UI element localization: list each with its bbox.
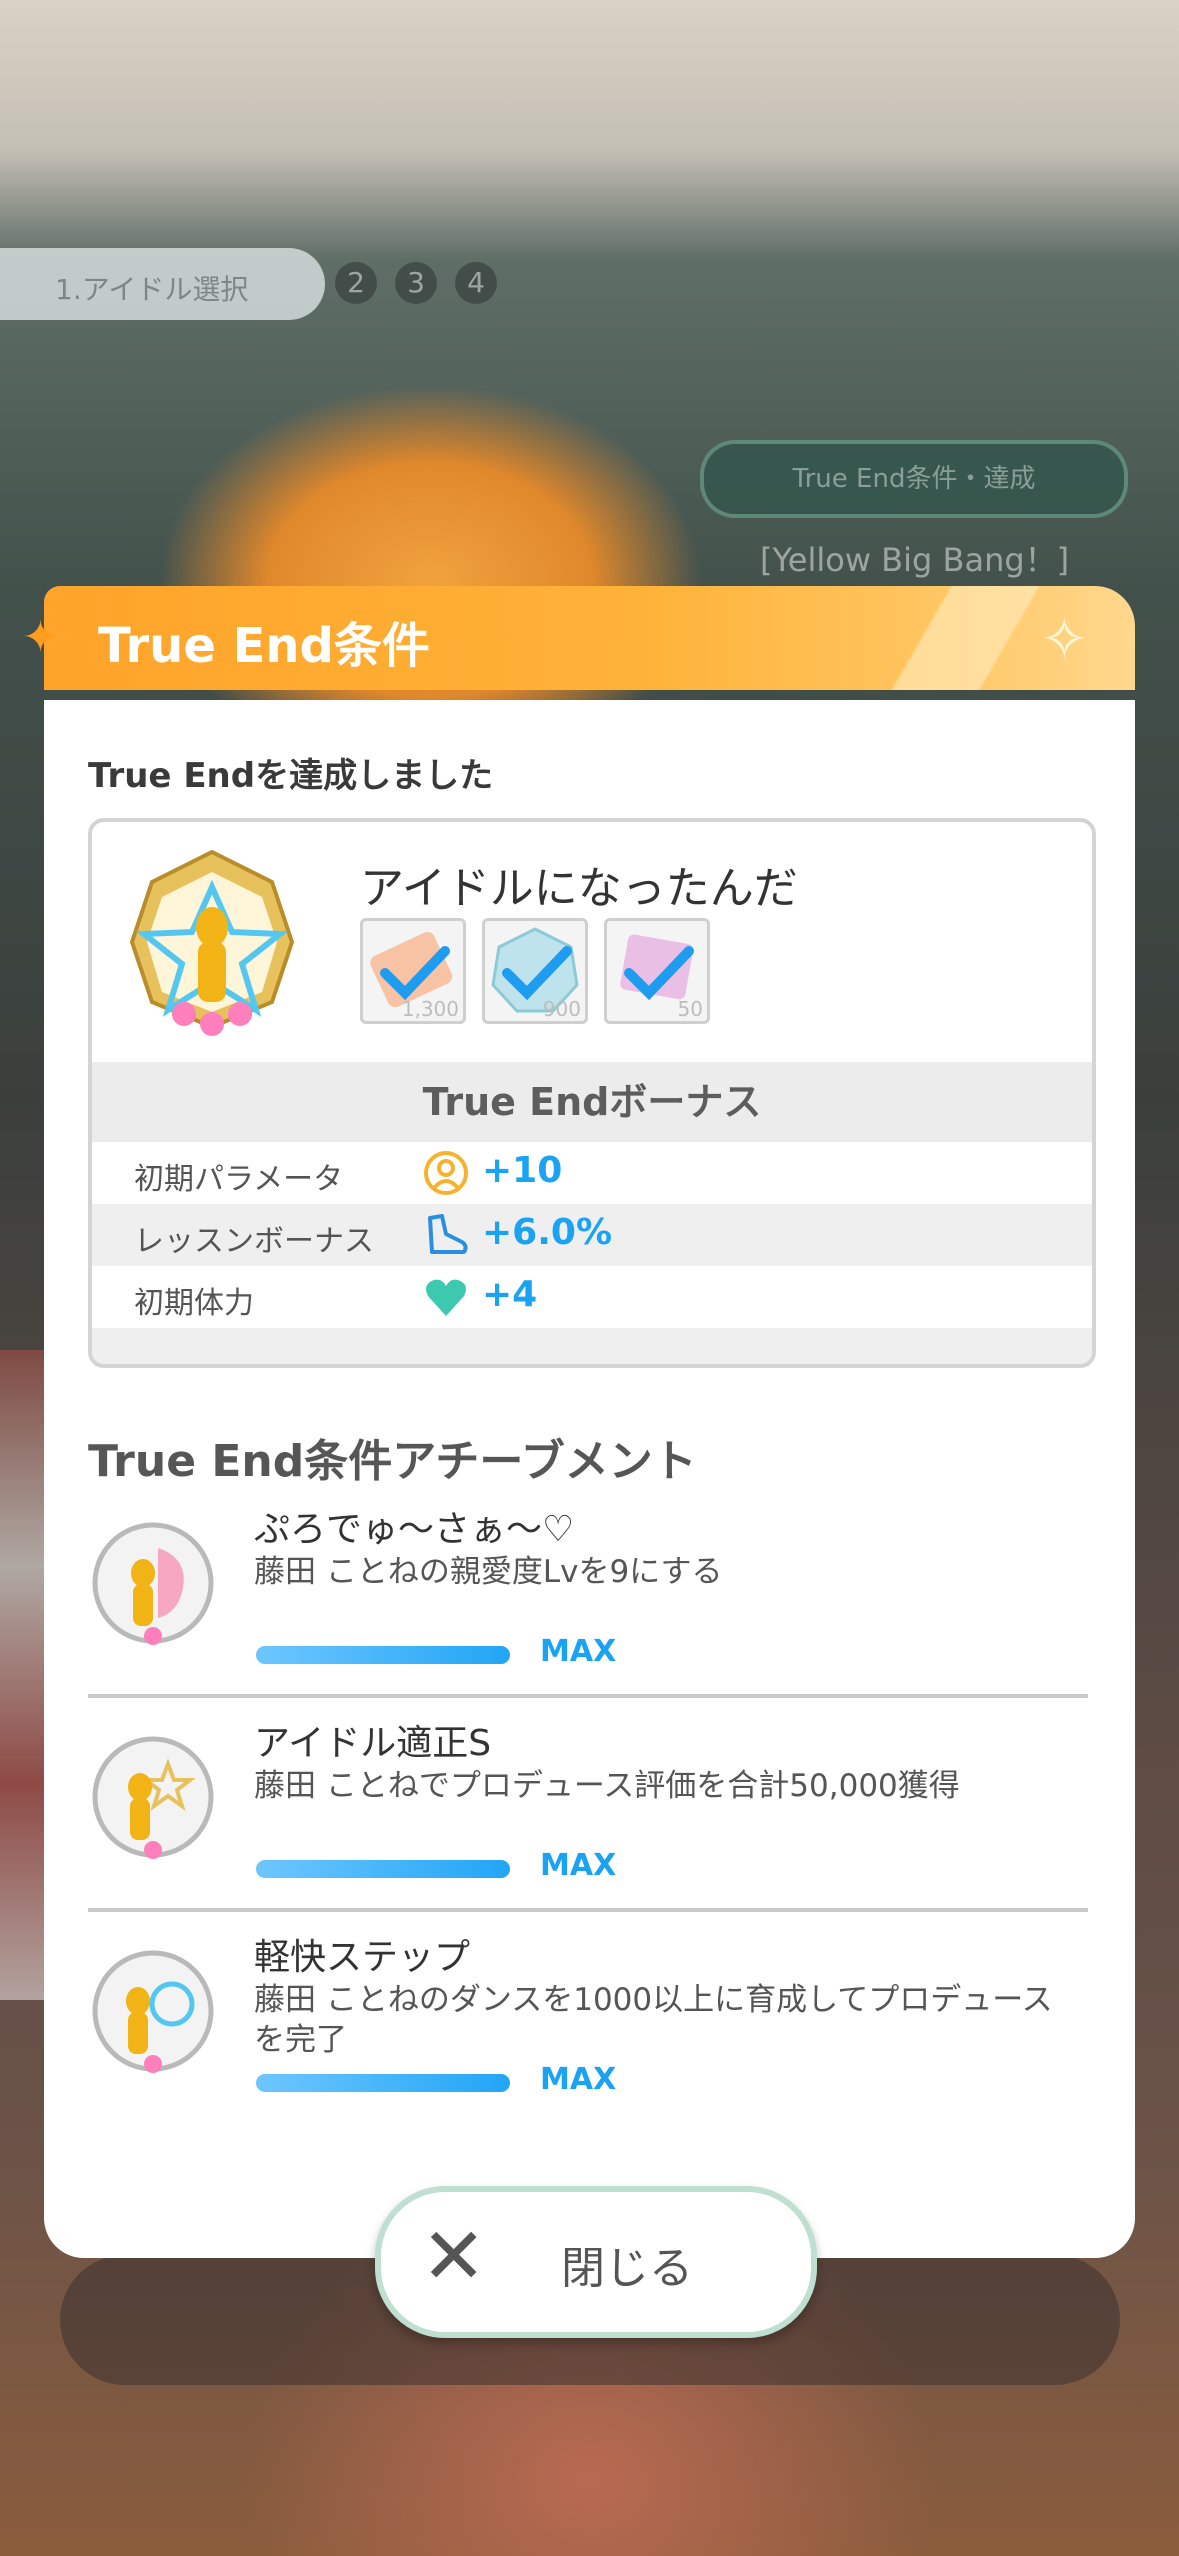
- reward-count: 1,300: [401, 997, 459, 1021]
- close-button-label: 閉じる: [561, 2243, 693, 2294]
- dialog-header: True End条件: [44, 586, 1135, 690]
- achievement-badge-icon: [92, 1950, 214, 2073]
- reward-count: 50: [677, 997, 703, 1021]
- card-title: アイドルになったんだ: [360, 863, 798, 914]
- reward-item[interactable]: 1,300: [360, 918, 466, 1024]
- achievement-progress-bar: [256, 2074, 510, 2092]
- bonus-label: 初期パラメータ: [134, 1162, 344, 1197]
- achievement-item: ぷろでゅ〜さぁ〜♡ 藤田 ことねの親愛度Lvを9にする MAX: [88, 1500, 1088, 1710]
- achievement-status: MAX: [540, 1848, 617, 1883]
- reward-item[interactable]: 50: [604, 918, 710, 1024]
- achievement-desc: 藤田 ことねのダンスを1000以上に育成してプロデュースを完了: [254, 1982, 1053, 2058]
- sparkle-icon: ✧: [1040, 605, 1089, 673]
- bonus-row: 初期パラメータ +10: [92, 1142, 1092, 1204]
- achievement-badge-icon: [92, 1522, 214, 1645]
- step-2: 2: [335, 262, 377, 304]
- bonus-value: +4: [482, 1274, 538, 1315]
- bonus-label: 初期体力: [134, 1286, 254, 1321]
- bonus-value: +6.0%: [482, 1212, 613, 1253]
- close-button[interactable]: ✕ 閉じる: [375, 2186, 817, 2338]
- bonus-value: +10: [482, 1150, 563, 1191]
- bonus-row: 初期体力 +4: [92, 1266, 1092, 1328]
- bonus-header: True Endボーナス: [92, 1062, 1092, 1142]
- achievement-status: MAX: [540, 1634, 617, 1669]
- achievement-progress-bar: [256, 1646, 510, 1664]
- achievement-item: 軽快ステップ 藤田 ことねのダンスを1000以上に育成してプロデュースを完了 M…: [88, 1928, 1088, 2138]
- reward-item[interactable]: 900: [482, 918, 588, 1024]
- achievement-badge-icon: [92, 1736, 214, 1859]
- achievement-name: ぷろでゅ〜さぁ〜♡: [254, 1509, 575, 1550]
- idol-select-label: 1.アイドル選択: [55, 273, 249, 306]
- step-4: 4: [455, 262, 497, 304]
- divider: [88, 1908, 1088, 1912]
- bonus-row: レッスンボーナス +6.0%: [92, 1204, 1092, 1266]
- close-icon: ✕: [421, 2212, 487, 2302]
- true-end-emblem-icon: [129, 849, 295, 1036]
- achievement-name: アイドル適正S: [254, 1723, 492, 1764]
- header-stripe: [845, 586, 1135, 690]
- person-icon: [424, 1151, 468, 1195]
- achievement-item: アイドル適正S 藤田 ことねでプロデュース評価を合計50,000獲得 MAX: [88, 1714, 1088, 1924]
- dialog-title: True End条件: [98, 618, 430, 674]
- true-end-card: アイドルになったんだ 1,300 900 50 True Endボーナス 初期パ…: [88, 818, 1096, 1368]
- achievement-progress-bar: [256, 1860, 510, 1878]
- heart-icon: [426, 1279, 466, 1316]
- achievements-title: True End条件アチーブメント: [88, 1436, 697, 1487]
- song-title: [Yellow Big Bang！]: [760, 541, 1070, 579]
- bonus-label: レッスンボーナス: [134, 1224, 374, 1259]
- bonus-footer-stripe: [92, 1328, 1092, 1364]
- achievement-name: 軽快ステップ: [254, 1937, 471, 1978]
- idol-select-step: 1.アイドル選択: [0, 248, 325, 320]
- shoe-icon: [428, 1214, 468, 1254]
- divider: [88, 1694, 1088, 1698]
- achievement-status: MAX: [540, 2062, 617, 2097]
- achieved-label: True Endを達成しました: [88, 756, 494, 796]
- sparkle-icon: ✦: [22, 612, 59, 663]
- achievement-desc: 藤田 ことねでプロデュース評価を合計50,000獲得: [254, 1768, 960, 1804]
- step-3: 3: [395, 262, 437, 304]
- true-end-status-pill: True End条件・達成: [700, 440, 1128, 518]
- achievement-desc: 藤田 ことねの親愛度Lvを9にする: [254, 1554, 723, 1590]
- reward-count: 900: [542, 997, 581, 1021]
